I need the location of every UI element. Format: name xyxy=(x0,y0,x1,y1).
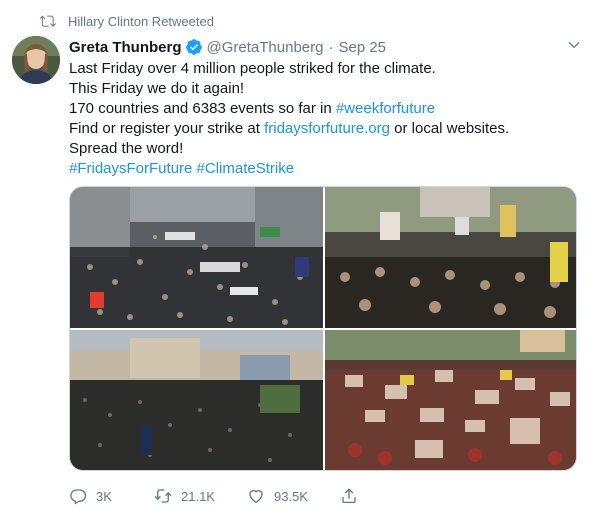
hashtag-fridaysforfuture[interactable]: #FridaysForFuture xyxy=(69,160,192,177)
tweet-line: Spread the word! xyxy=(69,140,184,157)
reply-button[interactable]: 3K xyxy=(69,487,122,505)
photo-2[interactable] xyxy=(325,187,576,328)
tweet-line-text: Find or register your strike at xyxy=(69,120,265,137)
photo-1[interactable] xyxy=(70,187,323,328)
like-count: 93.5K xyxy=(273,488,308,504)
share-button[interactable] xyxy=(340,487,367,505)
tweet-line: This Friday we do it again! xyxy=(69,80,245,97)
retweet-count: 21.1K xyxy=(181,488,215,504)
like-button[interactable]: 93.5K xyxy=(247,487,308,505)
separator: · xyxy=(328,38,334,56)
author-name[interactable]: Greta Thunberg xyxy=(69,39,182,56)
tweet-line-text: 170 countries and 6383 events so far in xyxy=(69,100,336,117)
tweet-line: Last Friday over 4 million people strike… xyxy=(69,60,436,77)
tweet-line: 170 countries and 6383 events so far in … xyxy=(69,99,549,119)
retweet-button[interactable]: 21.1K xyxy=(154,487,215,505)
media-grid xyxy=(69,186,577,471)
retweet-context: Hillary Clinton Retweeted xyxy=(40,12,214,30)
tweet-header: Greta Thunberg @GretaThunberg · Sep 25 xyxy=(69,37,579,57)
hashtag-climatestrike[interactable]: #ClimateStrike xyxy=(197,160,295,177)
reply-icon xyxy=(70,489,87,505)
tweet-line: Find or register your strike at fridaysf… xyxy=(69,119,549,139)
tweet-card[interactable]: Hillary Clinton Retweeted Greta Thunberg… xyxy=(0,0,599,516)
author-handle[interactable]: @GretaThunberg xyxy=(207,39,324,56)
share-icon xyxy=(342,488,356,504)
tweet-date[interactable]: Sep 25 xyxy=(338,39,386,56)
tweet-text: Last Friday over 4 million people strike… xyxy=(69,59,549,179)
chevron-down-icon[interactable] xyxy=(567,38,581,52)
reply-count: 3K xyxy=(96,488,112,504)
heart-icon xyxy=(249,489,263,504)
fridaysforfuture-link[interactable]: fridaysforfuture.org xyxy=(264,120,390,137)
retweet-context-label[interactable]: Hillary Clinton Retweeted xyxy=(68,14,214,29)
hashtag-weekforfuture[interactable]: #weekforfuture xyxy=(336,100,435,117)
tweet-line-text: or local websites. xyxy=(389,120,510,137)
tweet-line: #FridaysForFuture #ClimateStrike xyxy=(69,159,549,179)
photo-4[interactable] xyxy=(325,330,576,470)
retweet-icon xyxy=(154,489,172,503)
verified-badge-icon xyxy=(185,39,202,55)
retweet-icon xyxy=(40,15,56,27)
photo-3[interactable] xyxy=(70,330,323,470)
avatar[interactable] xyxy=(12,36,60,84)
tweet-actions: 3K 21.1K 93.5K xyxy=(69,485,399,507)
